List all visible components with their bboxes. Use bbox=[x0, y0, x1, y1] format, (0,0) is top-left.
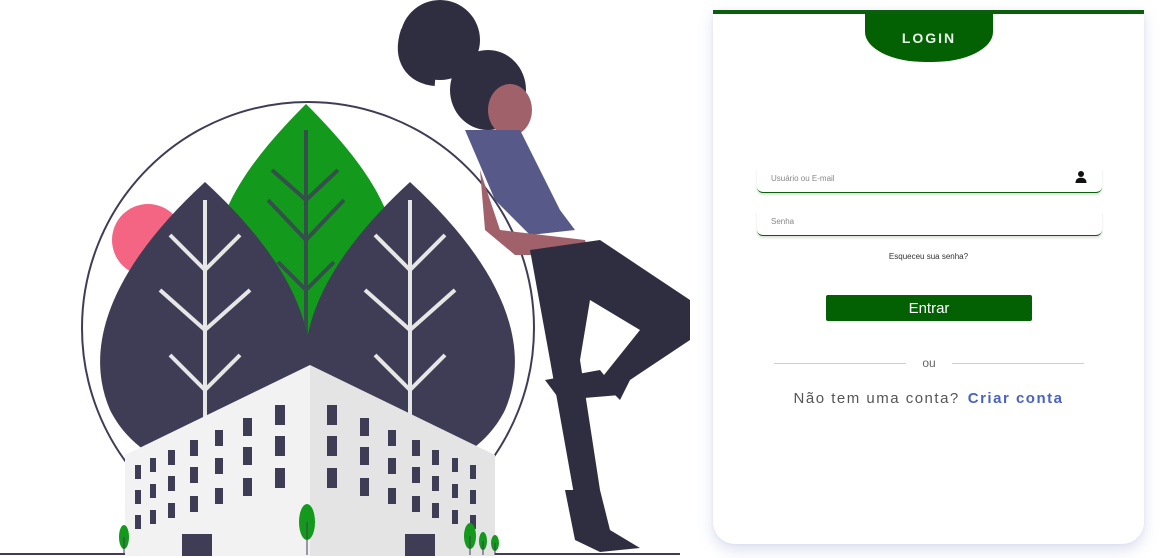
divider-line-right bbox=[952, 363, 1084, 364]
username-input[interactable] bbox=[757, 168, 1071, 189]
login-tab: LOGIN bbox=[865, 14, 993, 62]
login-card: LOGIN Esqueceu sua senha? Entrar ou Não … bbox=[713, 10, 1144, 544]
login-tab-label: LOGIN bbox=[901, 30, 957, 46]
user-icon bbox=[1075, 171, 1087, 183]
login-submit-button[interactable]: Entrar bbox=[826, 295, 1032, 321]
building-illustration bbox=[0, 0, 690, 556]
create-account-link[interactable]: Criar conta bbox=[968, 390, 1064, 407]
password-field[interactable] bbox=[757, 211, 1102, 236]
username-field[interactable] bbox=[757, 168, 1102, 193]
forgot-password-link[interactable]: Esqueceu sua senha? bbox=[713, 252, 1144, 261]
or-divider: ou bbox=[774, 356, 1084, 370]
signup-prompt: Não tem uma conta? bbox=[793, 390, 960, 407]
signup-row: Não tem uma conta? Criar conta bbox=[713, 390, 1144, 407]
password-input[interactable] bbox=[757, 211, 1071, 232]
